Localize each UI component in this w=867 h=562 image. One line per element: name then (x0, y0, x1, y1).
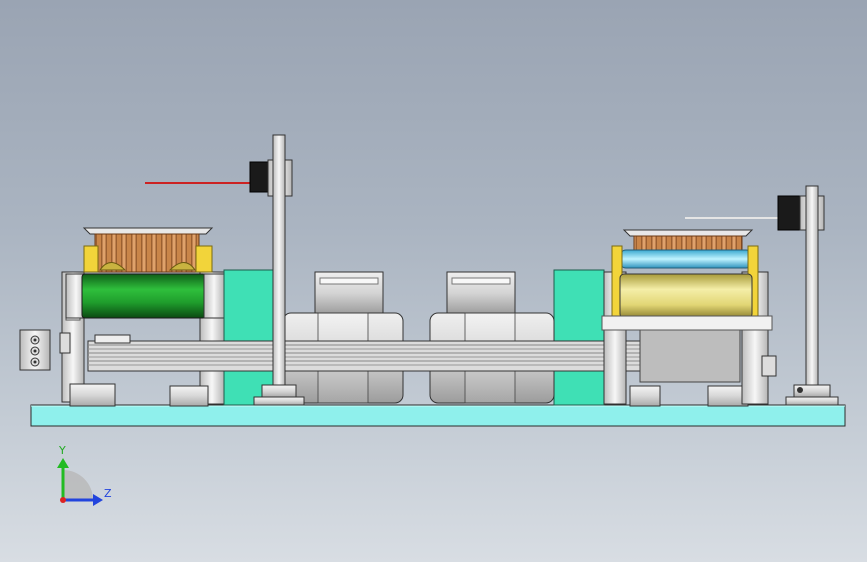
origin-point (60, 497, 66, 503)
left-motor (282, 271, 404, 404)
right-yellow-roller (619, 273, 753, 319)
right-cyan-rod (619, 249, 753, 269)
right-sensor-body (777, 195, 803, 231)
right-teal-bracket (553, 269, 605, 406)
base-plate (30, 404, 846, 427)
z-axis-label: Z (104, 487, 112, 500)
left-green-roller (65, 273, 225, 319)
left-mount-bracket (19, 329, 51, 371)
assembly-drawing: Y Z (19, 134, 846, 506)
y-axis-label: Y (58, 444, 66, 457)
coordinate-triad: Y Z (57, 444, 112, 506)
left-heater (82, 227, 214, 273)
cad-viewport[interactable]: Y Z (0, 0, 867, 562)
y-axis-arrowhead (57, 458, 69, 468)
z-axis-arrowhead (93, 494, 103, 506)
right-motor (429, 271, 555, 404)
right-heater (601, 229, 773, 331)
